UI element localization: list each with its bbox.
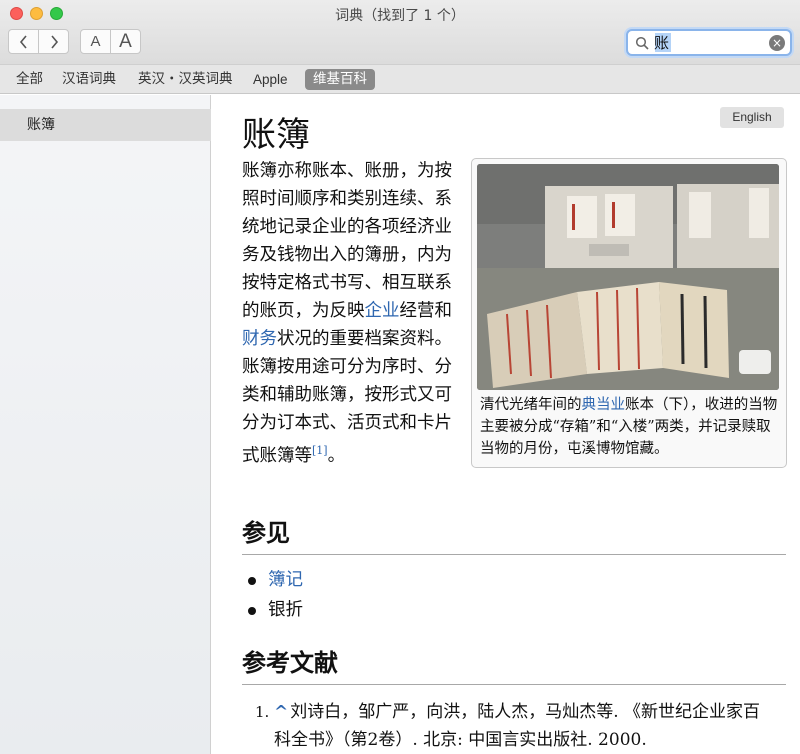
font-smaller-button[interactable]: A: [80, 29, 111, 54]
tab-wikipedia[interactable]: 维基百科: [305, 69, 375, 90]
window-title: 词典（找到了 1 个）: [335, 8, 465, 24]
back-button[interactable]: [8, 29, 39, 54]
caption-text: 清代光绪年间的: [480, 397, 582, 413]
figure-caption: 清代光绪年间的典当业账本（下），收进的当物主要被分成“存箱”和“入楼”两类，并记…: [477, 394, 781, 460]
reference-item: 1. ^ 刘诗白，邹广严，向洪，陆人杰，马灿杰等. 《新世纪企业家百科全书》（第2…: [255, 698, 774, 754]
forward-button[interactable]: [38, 29, 69, 54]
source-tabs: 全部 汉语词典 英汉・汉英词典 Apple 维基百科: [0, 64, 800, 94]
article-view: English 账簿 账簿亦称账本、账册，为按照时间顺序和类别连续、系统地记录企…: [212, 95, 800, 754]
language-switch-button[interactable]: English: [720, 107, 784, 128]
tab-chinese-dictionary[interactable]: 汉语词典: [54, 69, 124, 90]
link-pawn-industry[interactable]: 典当业: [582, 397, 626, 413]
tab-english-chinese[interactable]: 英汉・汉英词典: [130, 69, 241, 90]
list-item: 银折: [248, 595, 303, 625]
reference-backlink[interactable]: ^: [274, 702, 288, 722]
font-size-buttons: A A: [80, 29, 141, 54]
link-enterprise[interactable]: 企业: [365, 301, 400, 321]
sidebar-item-result[interactable]: 账簿: [0, 109, 211, 141]
tab-apple[interactable]: Apple: [245, 69, 296, 90]
lead-text: 状况的重要档案资料。账簿按用途可分为序时、分类和辅助账簿，按形式又可分为订本式、…: [242, 329, 452, 466]
lead-text: 账簿亦称账本、账册，为按照时间顺序和类别连续、系统地记录企业的各项经济业务及钱物…: [242, 161, 452, 321]
chevron-right-icon: [50, 34, 58, 49]
page-title: 账簿: [242, 115, 310, 155]
reference-text: 刘诗白，邹广严，向洪，陆人杰，马灿杰等. 《新世纪企业家百科全书》（第2卷）. …: [274, 702, 761, 750]
lead-text: 经营和: [399, 301, 453, 321]
chevron-left-icon: [19, 34, 27, 49]
search-icon: [635, 36, 649, 50]
results-sidebar: 账簿: [0, 95, 211, 754]
references-heading: 参考文献: [242, 643, 786, 685]
ledger-photo[interactable]: [477, 164, 779, 390]
link-finance[interactable]: 财务: [242, 329, 277, 349]
article-figure: 清代光绪年间的典当业账本（下），收进的当物主要被分成“存箱”和“入楼”两类，并记…: [471, 158, 787, 468]
font-larger-button[interactable]: A: [110, 29, 141, 54]
search-field[interactable]: ×: [626, 29, 792, 56]
search-input[interactable]: [654, 33, 764, 52]
lead-text: 。: [327, 445, 346, 466]
lead-paragraph: 账簿亦称账本、账册，为按照时间顺序和类别连续、系统地记录企业的各项经济业务及钱物…: [242, 157, 452, 470]
see-also-heading: 参见: [242, 513, 786, 555]
citation-link[interactable]: [1]: [312, 444, 328, 457]
navigation-buttons: [8, 29, 70, 54]
clear-search-icon[interactable]: ×: [769, 35, 785, 51]
tab-all[interactable]: 全部: [8, 69, 51, 90]
list-item: 簿记: [248, 565, 303, 595]
title-bar: 词典（找到了 1 个） A A ×: [0, 0, 800, 64]
link-bookkeeping[interactable]: 簿记: [268, 570, 303, 590]
reference-number: 1.: [255, 703, 270, 721]
see-also-list: 簿记 银折: [248, 565, 303, 625]
